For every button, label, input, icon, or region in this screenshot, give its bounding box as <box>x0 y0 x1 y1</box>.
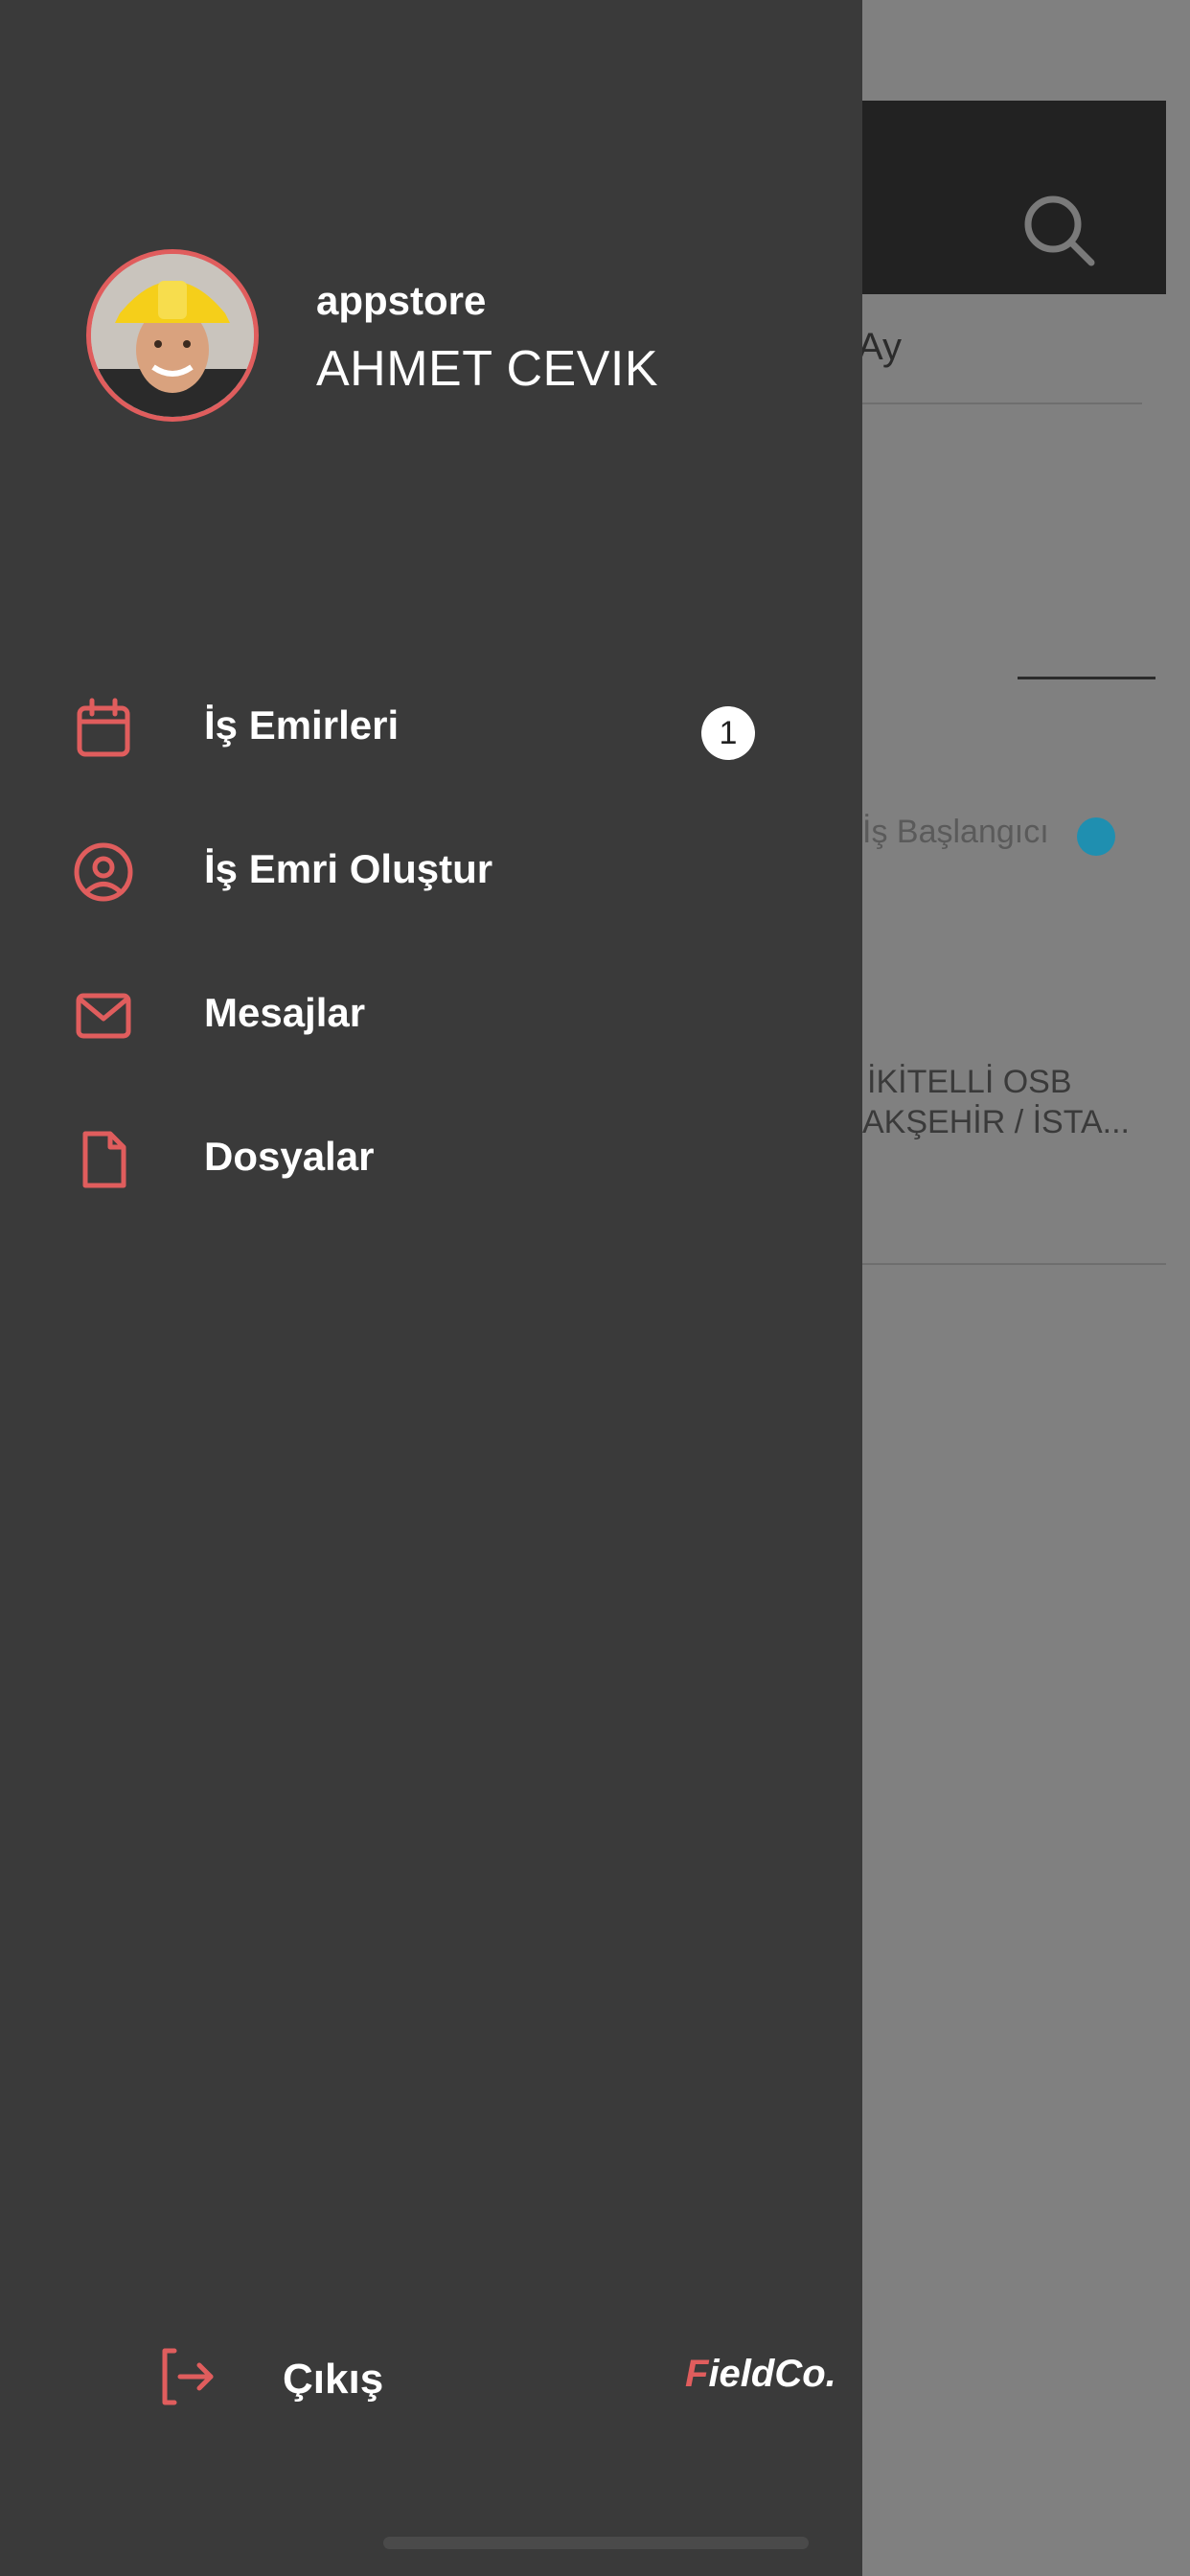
avatar-image <box>91 254 254 417</box>
menu-item-label: Dosyalar <box>204 1134 375 1179</box>
avatar[interactable] <box>86 249 259 422</box>
logout-button[interactable]: Çıkış <box>144 2329 450 2425</box>
profile-username: appstore <box>316 278 487 323</box>
file-icon <box>82 1131 126 1188</box>
menu-item-work-orders[interactable]: İş Emirleri 1 <box>0 666 862 781</box>
search-icon <box>1024 196 1095 266</box>
menu-item-label: İş Emri Oluştur <box>204 846 493 891</box>
background-address-line1: İKİTELLİ OSB <box>867 1064 1072 1100</box>
navigation-drawer: appstore AHMET CEVIK İş Emirleri 1 İş Em… <box>0 0 862 2576</box>
status-dot <box>1077 817 1115 856</box>
logout-label: Çıkış <box>283 2356 384 2403</box>
menu-item-label: İş Emirleri <box>204 702 400 748</box>
background-tab-month: Ay <box>858 326 902 368</box>
user-circle-icon <box>74 842 133 902</box>
menu-item-messages[interactable]: Mesajlar <box>0 954 862 1069</box>
calendar-icon <box>77 698 130 757</box>
profile-full-name: AHMET CEVIK <box>316 341 659 397</box>
background-status-text: İş Başlangıcı <box>862 814 1049 850</box>
notification-badge: 1 <box>701 706 755 760</box>
divider <box>862 1263 1166 1265</box>
menu-item-create-work-order[interactable]: İş Emri Oluştur <box>0 810 862 925</box>
home-indicator <box>383 2537 809 2549</box>
logout-icon <box>162 2348 214 2405</box>
brand-logo: FieldCo. <box>685 2353 836 2395</box>
menu-item-label: Mesajlar <box>204 990 366 1035</box>
mail-icon <box>76 993 131 1039</box>
background-header-bar <box>862 101 1166 294</box>
background-address-line2: AKŞEHİR / İSTA... <box>862 1104 1130 1140</box>
menu-item-files[interactable]: Dosyalar <box>0 1097 862 1212</box>
tab-underline <box>1018 677 1156 679</box>
divider <box>862 402 1142 404</box>
